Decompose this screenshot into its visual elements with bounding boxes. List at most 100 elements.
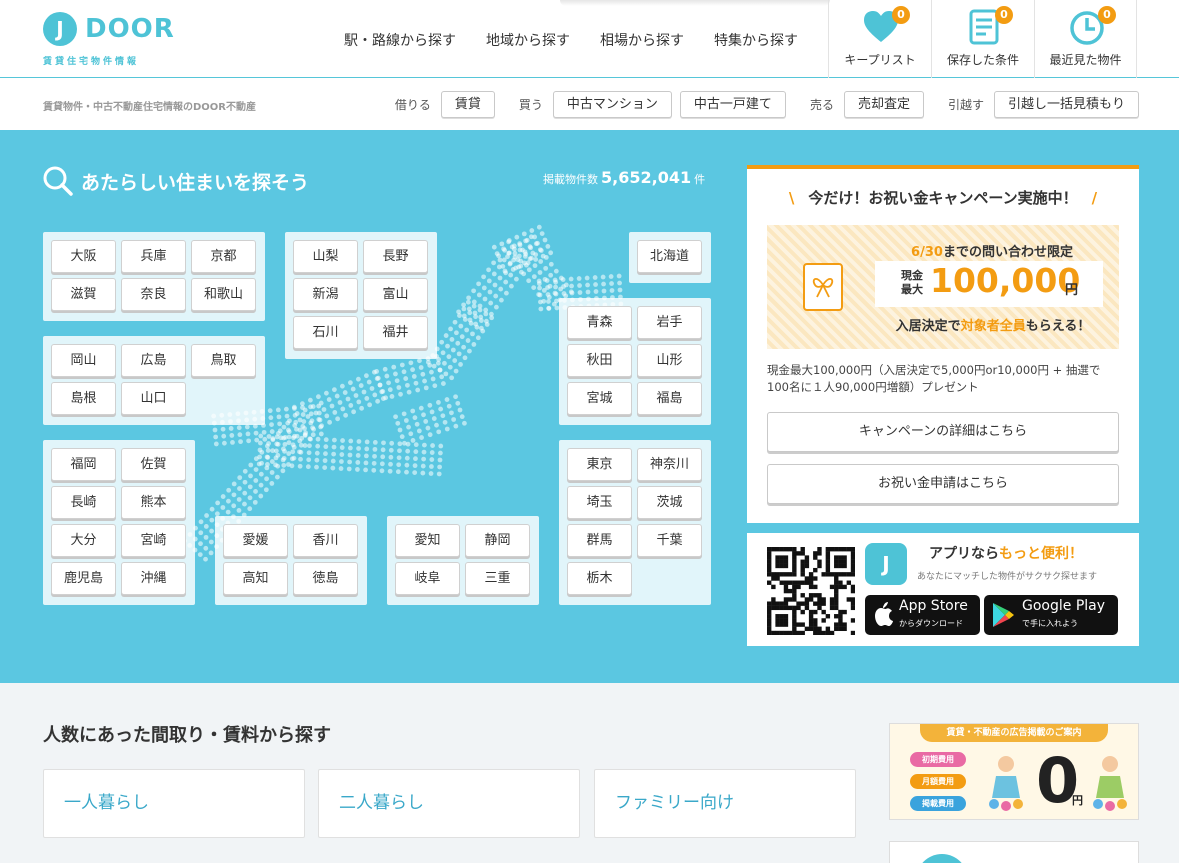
map-dot [533, 241, 539, 247]
pref-button[interactable]: 千葉 [637, 524, 702, 557]
pref-button[interactable]: 香川 [293, 524, 358, 557]
couple-living-card[interactable]: 二人暮らし [318, 769, 580, 838]
pref-button[interactable]: 埼玉 [567, 486, 632, 519]
map-dot [521, 271, 527, 277]
pref-button[interactable]: 和歌山 [191, 278, 256, 311]
map-dot [238, 439, 243, 445]
pref-button[interactable]: 長野 [363, 240, 428, 273]
pref-button[interactable]: 高知 [223, 562, 288, 595]
pref-button[interactable]: 富山 [363, 278, 428, 311]
sell-label: 売る [809, 98, 834, 112]
moving-estimate-button[interactable]: 引越し一括見積もり [993, 91, 1139, 118]
pref-button[interactable]: 栃木 [567, 562, 632, 595]
pref-button[interactable]: 熊本 [121, 486, 186, 519]
pref-button[interactable]: 群馬 [567, 524, 632, 557]
pref-button[interactable]: 山梨 [293, 240, 358, 273]
pref-button[interactable]: 広島 [121, 344, 186, 377]
qr-code-icon[interactable] [767, 547, 855, 635]
pref-button[interactable]: 愛知 [395, 524, 460, 557]
pref-button[interactable]: 福島 [637, 382, 702, 415]
pref-button[interactable]: 秋田 [567, 344, 632, 377]
nav-station[interactable]: 駅・路線から探す [344, 30, 456, 50]
pref-button[interactable]: 東京 [567, 448, 632, 481]
map-dot [593, 289, 599, 294]
pref-button[interactable]: 鳥取 [191, 344, 256, 377]
pref-button[interactable]: 福岡 [51, 448, 116, 481]
pref-button[interactable]: 青森 [567, 306, 632, 339]
single-living-card[interactable]: 一人暮らし [43, 769, 305, 838]
pref-button[interactable]: 徳島 [293, 562, 358, 595]
qr-module [834, 588, 839, 594]
map-dot [231, 481, 237, 487]
ad-banner[interactable]: 賃貸・不動産の広告掲載のご案内 初期費用 月額費用 掲載費用 0 円 [889, 723, 1139, 820]
map-dot [380, 396, 386, 401]
pref-button[interactable]: 愛媛 [223, 524, 288, 557]
pref-button[interactable]: 岐阜 [395, 562, 460, 595]
pref-button[interactable]: 鹿児島 [51, 562, 116, 595]
qr-module [775, 576, 780, 581]
pref-button[interactable]: 大阪 [51, 240, 116, 273]
nav-feature[interactable]: 特集から探す [714, 30, 798, 50]
recently-viewed-button[interactable]: 0 最近見た物件 [1034, 0, 1137, 78]
pref-button[interactable]: 三重 [465, 562, 530, 595]
used-house-button[interactable]: 中古一戸建て [679, 91, 786, 118]
pref-button[interactable]: 宮城 [567, 382, 632, 415]
pref-button[interactable]: 山口 [121, 382, 186, 415]
sale-appraisal-button[interactable]: 売却査定 [843, 91, 924, 118]
rent-button[interactable]: 賃貸 [440, 91, 495, 118]
map-dot [314, 457, 320, 463]
pref-button[interactable]: 沖縄 [121, 562, 186, 595]
pref-button[interactable]: 山形 [637, 344, 702, 377]
pref-button[interactable]: 兵庫 [121, 240, 186, 273]
map-dot [384, 373, 390, 379]
app-store-button[interactable]: App Store からダウンロード [865, 595, 980, 635]
map-dot [408, 360, 414, 366]
pref-button[interactable]: 北海道 [637, 240, 702, 273]
keep-list-button[interactable]: 0 キープリスト [828, 0, 931, 78]
site-logo[interactable]: J DOOR 賃貸住宅物件情報 [43, 12, 174, 68]
campaign-amount-box: 現金 最大 100,000 円 [875, 261, 1103, 307]
map-dot [359, 405, 365, 411]
map-dot [298, 442, 304, 448]
pref-button[interactable]: 佐賀 [121, 448, 186, 481]
pref-button[interactable]: 大分 [51, 524, 116, 557]
qr-module [834, 601, 839, 606]
qr-module [838, 614, 843, 619]
pref-button[interactable]: 福井 [363, 316, 428, 349]
pref-button[interactable]: 静岡 [465, 524, 530, 557]
pref-button[interactable]: 滋賀 [51, 278, 116, 311]
campaign-apply-button[interactable]: お祝い金申請はこちら [767, 464, 1119, 504]
map-dot [297, 463, 303, 469]
google-play-button[interactable]: Google Play で手に入れよう [984, 595, 1118, 635]
map-dot [536, 278, 542, 284]
map-dot [532, 263, 538, 269]
map-dot [253, 478, 259, 483]
pref-button[interactable]: 岡山 [51, 344, 116, 377]
map-dot [436, 400, 441, 405]
pref-button[interactable]: 新潟 [293, 278, 358, 311]
map-dot [231, 492, 237, 498]
map-dot [290, 442, 296, 448]
map-dot [300, 424, 306, 429]
pref-button[interactable]: 宮崎 [121, 524, 186, 557]
map-dot [483, 307, 489, 313]
nav-area[interactable]: 地域から探す [486, 30, 570, 50]
pref-button[interactable]: 石川 [293, 316, 358, 349]
nav-market[interactable]: 相場から探す [600, 30, 684, 50]
pref-button[interactable]: 岩手 [637, 306, 702, 339]
used-mansion-button[interactable]: 中古マンション [552, 91, 672, 118]
map-dot [527, 256, 533, 262]
campaign-details-button[interactable]: キャンペーンの詳細はこちら [767, 412, 1119, 452]
pref-button[interactable]: 島根 [51, 382, 116, 415]
map-dot [364, 439, 370, 445]
pref-button[interactable]: 長崎 [51, 486, 116, 519]
pref-button[interactable]: 奈良 [121, 278, 186, 311]
pref-button[interactable]: 茨城 [637, 486, 702, 519]
pref-button[interactable]: 神奈川 [637, 448, 702, 481]
map-dot [371, 460, 377, 466]
family-living-card[interactable]: ファミリー向け [594, 769, 856, 838]
qr-module [792, 572, 797, 577]
saved-conditions-button[interactable]: 0 保存した条件 [931, 0, 1034, 78]
pref-button[interactable]: 京都 [191, 240, 256, 273]
map-dot [493, 304, 499, 310]
